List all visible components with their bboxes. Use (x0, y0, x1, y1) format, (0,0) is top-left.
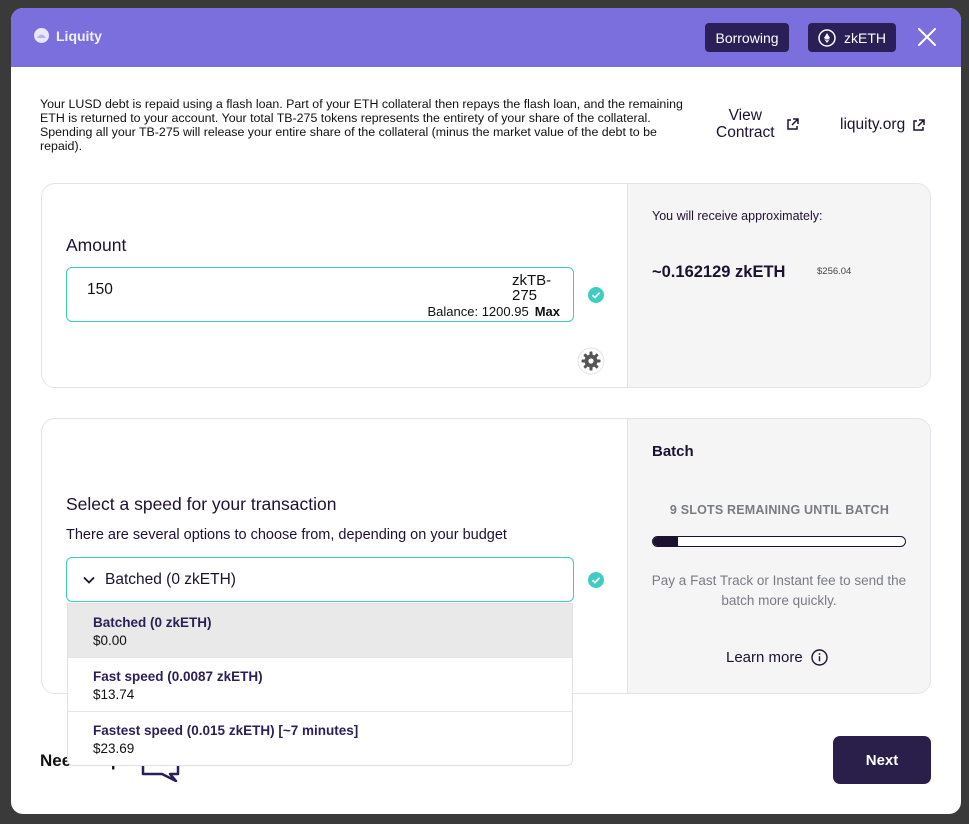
borrowing-label: Borrowing (715, 29, 779, 46)
token-line2: 275 (512, 286, 538, 304)
receive-usd: $256.04 (817, 266, 852, 277)
speed-option-price: $13.74 (93, 687, 135, 702)
view-contract-line1: View (728, 107, 762, 124)
external-link-icon (787, 118, 799, 130)
network-button[interactable]: zkETH (808, 23, 896, 52)
balance-text: Balance: 1200.95 (427, 304, 529, 319)
speed-options-dropdown: Batched (0 zkETH) $0.00 Fast speed (0.00… (67, 603, 573, 766)
amount-input[interactable]: 150 zkTB- 275 Balance: 1200.95 Max (66, 267, 574, 322)
zketh-icon (818, 28, 836, 47)
liquity-org-label: liquity.org (840, 116, 906, 133)
next-button[interactable]: Next (833, 736, 931, 784)
speed-selected-value: Batched (0 zkETH) (105, 570, 236, 588)
speed-option-price: $23.69 (93, 741, 135, 756)
info-icon (811, 649, 828, 666)
chevron-down-icon (83, 576, 95, 584)
next-label: Next (865, 751, 899, 769)
amount-label: Amount (66, 235, 127, 255)
speed-option[interactable]: Fastest speed (0.015 zkETH) [~7 minutes]… (68, 712, 572, 765)
batch-title: Batch (652, 443, 694, 460)
slots-remaining: 9 SLOTS REMAINING UNTIL BATCH (669, 503, 890, 517)
borrowing-button[interactable]: Borrowing (705, 23, 789, 52)
brand-name: Liquity (56, 27, 102, 44)
speed-select[interactable]: Batched (0 zkETH) (66, 557, 574, 602)
view-contract-line2: Contract (716, 123, 775, 141)
speed-option[interactable]: Fast speed (0.0087 zkETH) $13.74 (68, 658, 572, 712)
network-label: zkETH (844, 29, 886, 46)
receive-label: You will receive approximately: (652, 209, 823, 223)
batch-note: Pay a Fast Track or Instant fee to send … (651, 573, 907, 608)
speed-title: Select a speed for your transaction (66, 494, 337, 514)
liquity-org-link[interactable]: liquity.org (840, 116, 925, 134)
learn-more-label: Learn more (726, 649, 803, 666)
external-link-icon (913, 118, 925, 131)
modal-header: Liquity Borrowing zkETH (11, 8, 961, 67)
valid-check-icon (588, 572, 604, 588)
liquity-logo-icon (34, 28, 49, 43)
close-icon[interactable] (915, 25, 939, 49)
description-text: Your LUSD debt is repaid using a flash l… (40, 97, 683, 153)
settings-gear-icon[interactable] (577, 347, 605, 375)
token-label: zkTB- 275 (512, 273, 560, 304)
speed-option-name: Fastest speed (0.015 zkETH) [~7 minutes] (93, 723, 359, 738)
speed-option-name: Fast speed (0.0087 zkETH) (93, 669, 263, 684)
view-contract-link[interactable]: View Contract (716, 107, 799, 141)
batch-progress-bar (652, 536, 906, 547)
learn-more-link[interactable]: Learn more (726, 649, 828, 666)
speed-option[interactable]: Batched (0 zkETH) $0.00 (68, 604, 572, 658)
speed-option-name: Batched (0 zkETH) (93, 615, 212, 630)
speed-subtitle: There are several options to choose from… (66, 527, 507, 543)
batch-panel: Batch 9 SLOTS REMAINING UNTIL BATCH Pay … (627, 419, 930, 693)
batch-progress-fill (653, 537, 679, 546)
valid-check-icon (588, 287, 604, 303)
balance-row: Balance: 1200.95 Max (428, 304, 561, 319)
speed-option-price: $0.00 (93, 633, 127, 648)
max-button[interactable]: Max (535, 304, 560, 319)
amount-card: Amount 150 zkTB- 275 Balance: 1200.95 Max (41, 183, 931, 388)
receive-panel: You will receive approximately: ~0.16212… (627, 184, 930, 387)
brand: Liquity (33, 27, 102, 44)
amount-value[interactable]: 150 (87, 281, 113, 299)
receive-amount: ~0.162129 zkETH (652, 263, 786, 281)
modal: Liquity Borrowing zkETH Your LUSD debt i… (11, 8, 961, 814)
